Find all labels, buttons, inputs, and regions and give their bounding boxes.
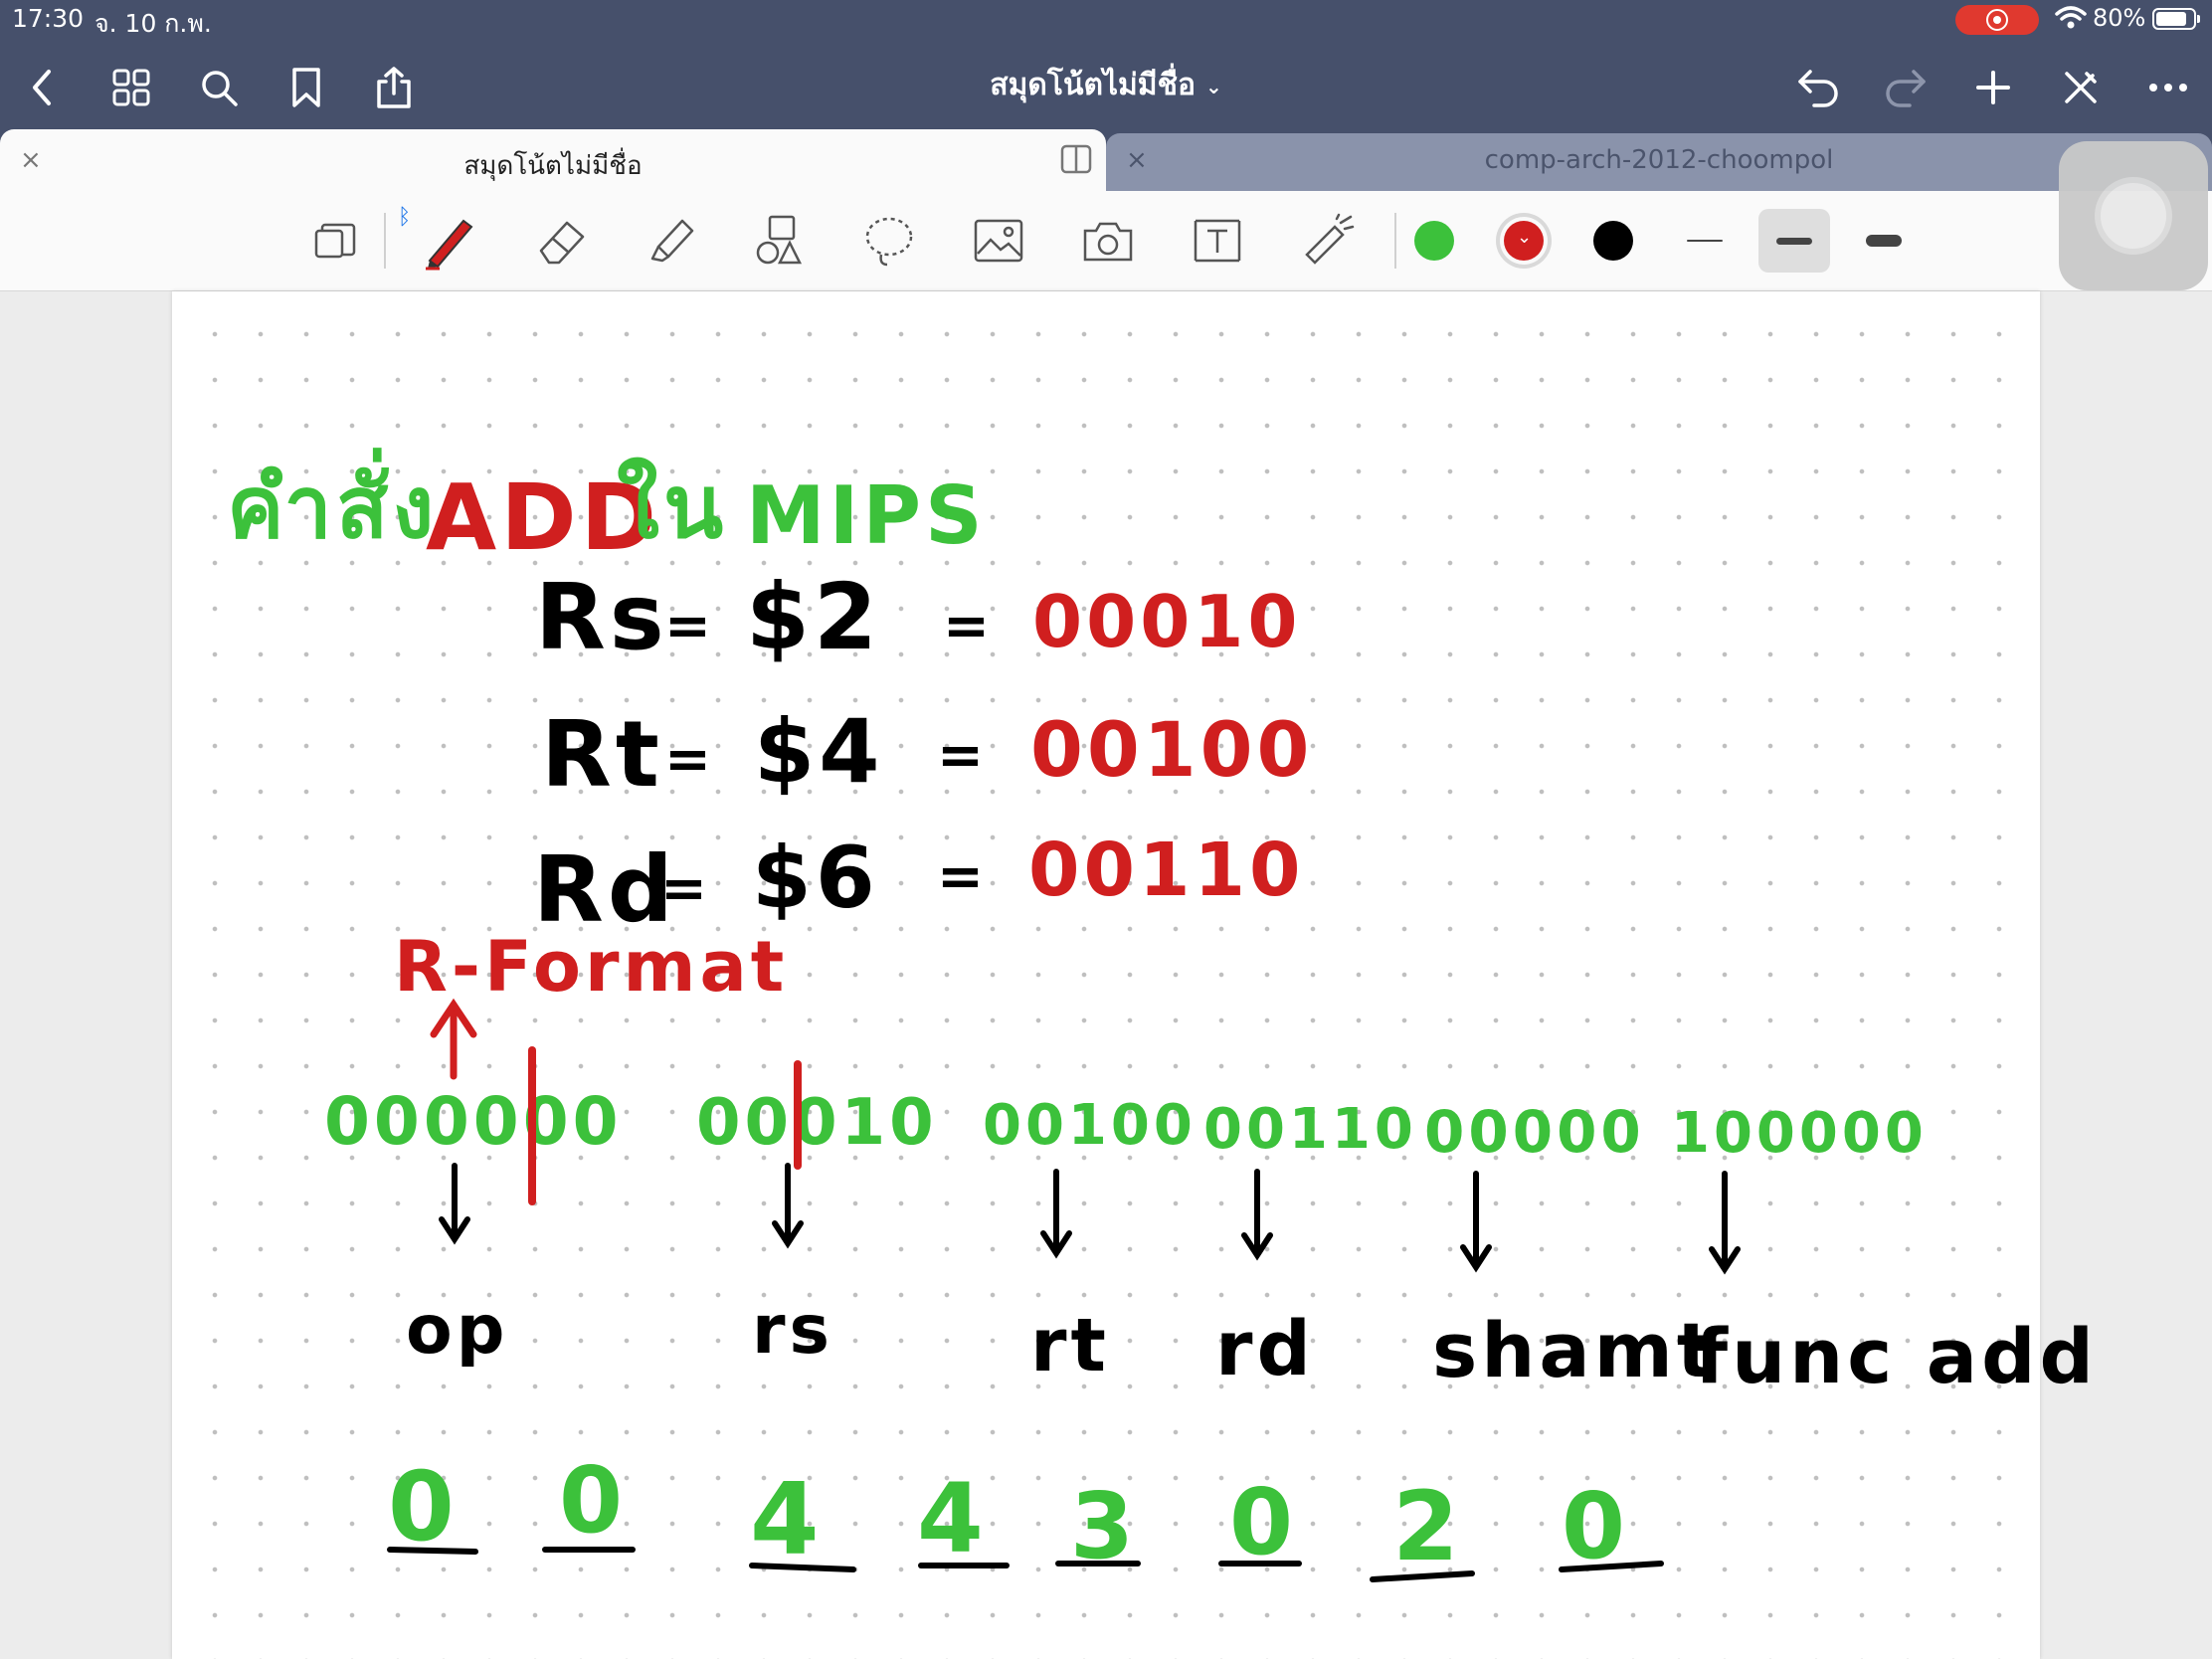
tab-label: comp-arch-2012-choompol: [1484, 145, 1834, 175]
stroke-thick[interactable]: [1848, 209, 1920, 273]
lasso-icon: [865, 217, 913, 267]
toolbar-divider: [1394, 213, 1396, 269]
notebook-canvas[interactable]: [0, 291, 2212, 1659]
hide-toolbar-button[interactable]: [2053, 60, 2109, 115]
eraser-icon: [539, 221, 585, 265]
tab-untitled-notebook[interactable]: × สมุดโน้ตไม่มีชื่อ: [0, 129, 1106, 191]
bluetooth-icon: ᛒ: [398, 205, 412, 230]
text-box-icon: [1194, 219, 1241, 263]
redo-button[interactable]: [1878, 60, 1934, 115]
split-view-icon[interactable]: [1060, 143, 1092, 175]
wifi-icon: [2055, 6, 2087, 29]
shapes-tool[interactable]: [748, 209, 812, 273]
lasso-tool[interactable]: [857, 209, 921, 273]
highlighter-icon: [650, 219, 694, 263]
status-time: 17:30: [12, 4, 85, 33]
tool-palette: ᛒ ⌄: [0, 191, 2212, 291]
notebook-title: สมุดโน้ตไม่มีชื่อ: [990, 68, 1196, 102]
battery-icon: [2152, 8, 2200, 30]
toolbar-divider: [384, 213, 386, 269]
chevron-down-icon: ⌄: [1517, 227, 1533, 248]
color-swatch-red[interactable]: ⌄: [1504, 221, 1544, 261]
tab-comp-arch[interactable]: × comp-arch-2012-choompol: [1106, 133, 2212, 191]
page-layout-icon: [314, 223, 356, 259]
camera-icon: [1083, 222, 1133, 262]
laser-pointer-icon: [1305, 213, 1355, 265]
tab-label: สมุดโน้ตไม่มีชื่อ: [463, 151, 643, 181]
image-tool[interactable]: [967, 209, 1030, 273]
status-date: จ. 10 ก.พ.: [94, 9, 212, 38]
assistive-touch-button[interactable]: [2059, 141, 2208, 290]
undo-icon: [1798, 70, 1838, 107]
more-icon: [2149, 84, 2187, 92]
undo-button[interactable]: [1790, 60, 1846, 115]
stroke-thin[interactable]: [1669, 209, 1741, 273]
text-box-tool[interactable]: [1186, 209, 1249, 273]
redo-icon: [1886, 70, 1926, 107]
pen-tool[interactable]: [418, 209, 481, 273]
battery-percentage: 80%: [2093, 4, 2146, 32]
tab-bar: × สมุดโน้ตไม่มีชื่อ × comp-arch-2012-cho…: [0, 129, 2212, 191]
dotted-page[interactable]: [172, 291, 2040, 1659]
pen-off-icon: [2065, 72, 2097, 103]
laser-pointer-tool[interactable]: [1295, 209, 1359, 273]
stroke-medium[interactable]: [1758, 209, 1830, 273]
shapes-icon: [756, 215, 803, 265]
camera-tool[interactable]: [1076, 209, 1140, 273]
color-swatch-green[interactable]: [1414, 221, 1454, 261]
plus-icon: [1976, 71, 2010, 104]
color-swatch-black[interactable]: [1593, 221, 1633, 261]
status-and-nav-bar: 17:30 จ. 10 ก.พ. 80% สมุดโน้ตไม่มีชื่อ ⌄: [0, 0, 2212, 129]
highlighter-tool[interactable]: [639, 209, 702, 273]
eraser-tool[interactable]: [531, 209, 595, 273]
pen-icon: [426, 219, 473, 271]
screen-recording-icon[interactable]: [1955, 5, 2039, 35]
page-layout-tool[interactable]: [304, 209, 368, 273]
chevron-down-icon: ⌄: [1204, 74, 1222, 98]
image-icon: [974, 219, 1023, 263]
more-button[interactable]: [2140, 60, 2196, 115]
add-page-button[interactable]: [1965, 60, 2021, 115]
